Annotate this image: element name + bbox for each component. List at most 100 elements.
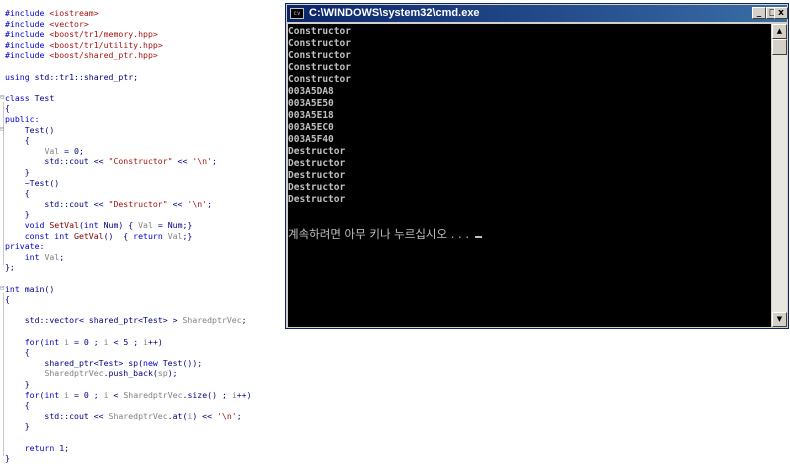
code-token: << [172, 156, 193, 167]
code-token: int [5, 283, 25, 294]
code-token: .size() ; [182, 389, 232, 400]
code-line-text: ~Test() [5, 177, 60, 189]
code-token: private: [5, 241, 45, 252]
code-token: = 0 ; [69, 389, 104, 400]
code-token: { [5, 347, 30, 358]
code-line-text: void SetVal(int Num) { Val = Num;} [5, 220, 193, 231]
code-line-text: int main() [5, 284, 54, 295]
code-token: Test() [5, 124, 55, 135]
console-output-line: 003A5EC0 [288, 122, 334, 133]
code-token: } [5, 453, 10, 464]
code-line-text: int Val; [5, 252, 64, 263]
code-token: ; [207, 198, 213, 209]
code-token: } [5, 209, 30, 220]
code-token: () { [103, 230, 134, 241]
code-token: ~Test() [5, 177, 60, 188]
console-output-line: Constructor [288, 74, 351, 85]
code-token: int [5, 251, 45, 262]
code-line-text: } [5, 453, 10, 464]
code-token: }; [5, 262, 15, 273]
code-token: new [143, 357, 163, 368]
code-token: < [108, 389, 124, 400]
code-line-text: return 1; [5, 443, 69, 454]
scroll-down-arrow-icon[interactable]: ▼ [772, 312, 787, 327]
code-token: class [5, 92, 35, 103]
console-window[interactable]: cv C:\WINDOWS\system32\cmd.exe _ □ x Con… [285, 3, 789, 329]
code-line-text: #include <boost/tr1/utility.hpp> [5, 40, 163, 51]
code-token: .at( [167, 410, 188, 421]
code-token: Num) { [103, 220, 139, 230]
code-token: return [5, 442, 60, 453]
code-line-text: }; [5, 262, 15, 273]
code-token: sp [157, 368, 168, 379]
code-token: { [5, 135, 30, 146]
fold-collapse-icon[interactable]: ⊟ [0, 93, 6, 101]
code-token: '\n' [187, 198, 208, 209]
code-line-text: using std::tr1::shared_ptr; [5, 72, 138, 83]
code-token: <iostream> [49, 8, 99, 18]
code-token: std::vector< shared_ptr<Test> > [5, 315, 183, 326]
code-token: SharedptrVec [108, 410, 168, 421]
code-token: ; [59, 251, 65, 262]
code-token: SharedptrVec [182, 315, 242, 326]
console-prompt-line: 계속하려면 아무 키나 누르십시오 . . . [288, 226, 482, 242]
scroll-up-arrow-icon[interactable]: ▲ [772, 24, 787, 39]
code-token: SharedptrVec [44, 368, 104, 379]
code-token: = 0; [59, 145, 84, 156]
code-line-text: } [5, 379, 30, 390]
code-line-text: class Test [5, 93, 54, 104]
code-editor[interactable]: #include <iostream> #include <vector> #inc… [0, 8, 285, 469]
code-token: <boost/tr1/utility.hpp> [49, 39, 163, 50]
fold-collapse-icon[interactable]: ⊟ [0, 284, 6, 292]
minimize-button[interactable]: _ [752, 7, 766, 19]
code-token: Val [44, 251, 60, 262]
code-line-text: std::cout << "Constructor" << '\n'; [5, 156, 217, 167]
code-line-text: std::cout << "Destructor" << '\n'; [5, 199, 212, 210]
console-output-line: Destructor [288, 158, 346, 169]
console-app-icon[interactable]: cv [290, 8, 304, 19]
fold-guide-line [3, 133, 4, 170]
code-token: .push_back( [103, 368, 158, 379]
code-token: #include [5, 50, 50, 61]
code-token: #include [5, 8, 50, 18]
code-token: 1; [59, 442, 70, 453]
code-token: std::tr1::shared_ptr; [34, 71, 139, 82]
code-token: int [44, 336, 65, 347]
console-window-title: C:\WINDOWS\system32\cmd.exe [309, 7, 480, 19]
code-token: "Destructor" [108, 198, 168, 209]
code-line-text: const int GetVal() { return Val;} [5, 230, 193, 242]
code-line-text: std::vector< shared_ptr<Test> > Sharedpt… [5, 315, 247, 326]
console-output-line: Destructor [288, 182, 346, 193]
code-token: <boost/tr1/memory.hpp> [49, 29, 158, 40]
console-output-line: 003A5DA8 [288, 86, 334, 97]
fold-collapse-icon[interactable]: ⊟ [0, 125, 6, 133]
code-line-text: shared_ptr<Test> sp(new Test()); [5, 358, 202, 369]
close-button[interactable]: x [774, 7, 788, 19]
console-output-line: Constructor [288, 62, 351, 73]
code-token: << [167, 198, 188, 209]
console-output-line: 003A5F40 [288, 134, 334, 145]
code-token: Val [44, 145, 60, 156]
code-token: #include [5, 39, 50, 50]
fold-guide-line [3, 292, 4, 457]
code-token: int [83, 220, 104, 230]
code-line-text: #include <vector> [5, 19, 89, 30]
code-token: public: [5, 114, 40, 124]
code-token: ); [167, 368, 178, 379]
code-line-text: for(int i = 0 ; i < 5 ; i++) [5, 337, 163, 348]
console-titlebar[interactable]: cv C:\WINDOWS\system32\cmd.exe _ □ x [287, 5, 788, 22]
code-token: { [5, 103, 10, 114]
console-scrollbar[interactable]: ▲ ▼ [772, 24, 787, 327]
scrollbar-thumb[interactable] [772, 39, 787, 55]
code-line-text: #include <iostream> [5, 8, 99, 19]
code-line-text: { [5, 188, 30, 199]
console-prompt-text: 계속하려면 아무 키나 누르십시오 . . . [288, 227, 473, 241]
code-line-text: for(int i = 0 ; i < SharedptrVec.size() … [5, 390, 252, 401]
code-token: GetVal [74, 230, 104, 241]
console-output-area[interactable]: Constructor Constructor Constructor Constru… [288, 24, 771, 327]
code-token: std::cout << [5, 198, 109, 209]
code-token: '\n' [216, 410, 237, 421]
code-line-text: Val = 0; [5, 145, 84, 157]
code-token: } [5, 421, 30, 432]
